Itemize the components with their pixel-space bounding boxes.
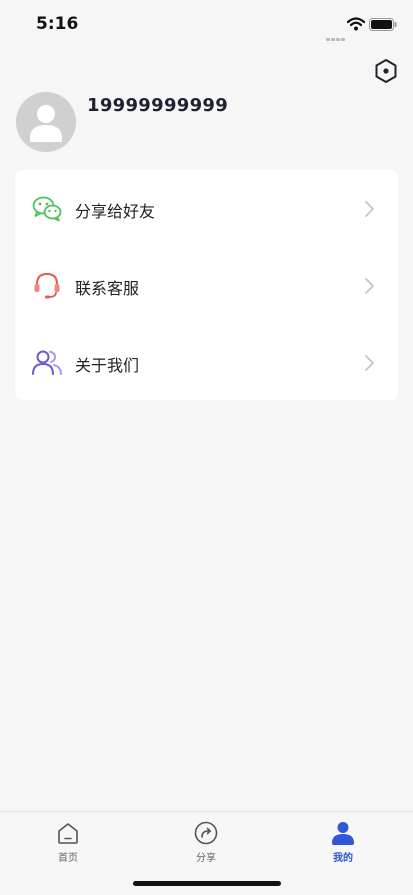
home-icon <box>58 823 78 844</box>
tab-label: 首页 <box>58 853 78 864</box>
tab-home[interactable]: 首页 <box>28 820 108 870</box>
menu-item-about-us[interactable]: 关于我们 <box>15 332 398 392</box>
wifi-icon <box>347 17 365 31</box>
users-icon <box>32 350 62 375</box>
menu-card: 分享给好友 联系客服 关于我们 <box>15 170 398 400</box>
status-time: 5:16 <box>36 14 79 34</box>
menu-item-label: 分享给好友 <box>75 202 156 221</box>
status-bar: 5:16 <box>0 0 413 50</box>
avatar[interactable] <box>16 92 76 152</box>
wechat-icon <box>32 196 62 222</box>
profile-icon <box>332 822 354 845</box>
default-user-avatar-icon <box>30 105 62 142</box>
cellular-signal-icon <box>326 26 346 45</box>
battery-icon <box>369 18 397 31</box>
tab-label: 我的 <box>333 853 353 864</box>
home-indicator <box>133 881 281 886</box>
user-phone-number: 19999999999 <box>87 95 229 116</box>
share-icon <box>194 821 218 845</box>
headset-icon <box>34 272 60 299</box>
hexagon-settings-icon[interactable] <box>373 58 399 84</box>
menu-item-contact-service[interactable]: 联系客服 <box>15 255 398 315</box>
menu-item-label: 关于我们 <box>75 356 140 375</box>
tab-label: 分享 <box>196 853 216 864</box>
chevron-right-icon <box>365 355 374 371</box>
menu-item-label: 联系客服 <box>75 279 140 298</box>
chevron-right-icon <box>365 278 374 294</box>
chevron-right-icon <box>365 201 374 217</box>
menu-item-share-friends[interactable]: 分享给好友 <box>15 178 398 238</box>
tab-mine[interactable]: 我的 <box>303 820 383 870</box>
tab-share[interactable]: 分享 <box>166 820 246 870</box>
